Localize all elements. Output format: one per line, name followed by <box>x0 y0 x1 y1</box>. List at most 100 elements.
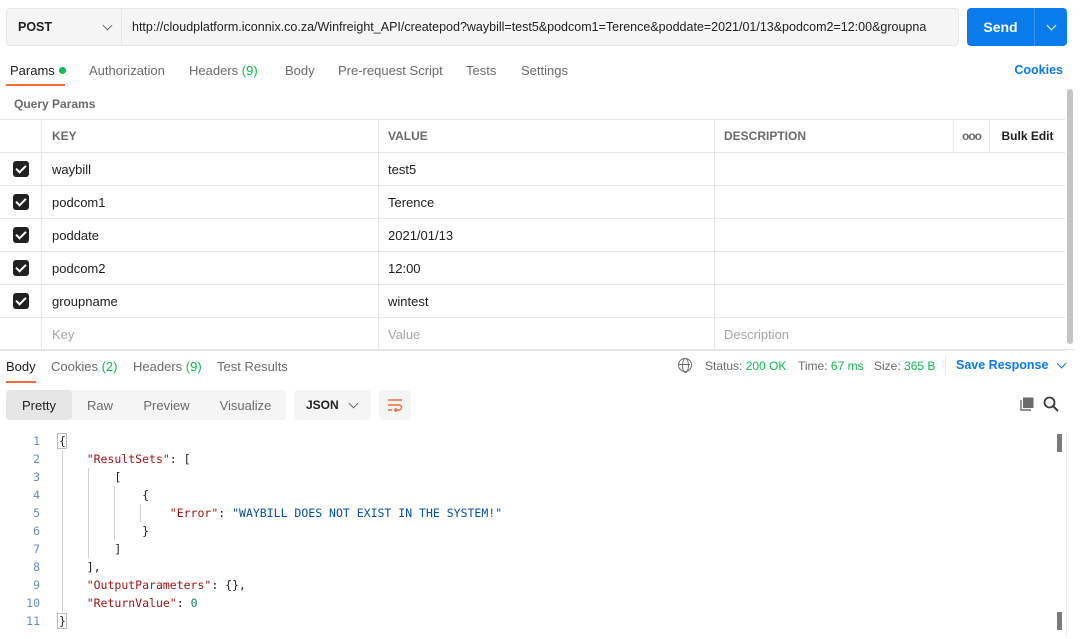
editor-scrollbar-marker[interactable] <box>1057 612 1062 630</box>
tab-response-body[interactable]: Body <box>6 359 36 374</box>
editor-scrollbar-marker[interactable] <box>1057 434 1062 452</box>
save-response-label: Save Response <box>956 358 1049 372</box>
code-line: 2 "ResultSets": [ <box>0 450 1052 468</box>
view-raw-button[interactable]: Raw <box>72 390 128 420</box>
tab-label: Body <box>6 359 36 374</box>
code-line: 6 } <box>0 522 1052 540</box>
param-key[interactable]: waybill <box>42 153 379 185</box>
param-key[interactable]: groupname <box>42 285 379 317</box>
params-scrollbar[interactable] <box>1067 89 1073 344</box>
tab-body[interactable]: Body <box>285 63 315 78</box>
pane-divider[interactable] <box>0 349 1075 350</box>
chevron-down-icon <box>1056 358 1067 368</box>
active-tab-indicator <box>6 381 36 383</box>
param-checkbox[interactable] <box>12 293 29 309</box>
tab-pre-request-script[interactable]: Pre-request Script <box>338 63 443 78</box>
code-text: "ReturnValue": 0 <box>86 596 198 610</box>
view-visualize-button[interactable]: Visualize <box>205 390 286 420</box>
wrap-lines-button[interactable] <box>379 390 411 420</box>
json-key: "Error" <box>169 506 219 520</box>
time-label: Time: <box>798 359 828 373</box>
param-checkbox[interactable] <box>12 260 29 276</box>
copy-icon[interactable] <box>1020 397 1034 411</box>
tab-authorization[interactable]: Authorization <box>89 63 165 78</box>
tab-test-results[interactable]: Test Results <box>217 359 288 374</box>
globe-icon[interactable] <box>678 358 692 373</box>
param-value[interactable]: Terence <box>379 186 715 218</box>
param-value[interactable]: test5 <box>379 153 715 185</box>
param-value[interactable]: wintest <box>379 285 715 317</box>
tab-headers[interactable]: Headers (9) <box>189 63 258 78</box>
tab-label: Tests <box>466 63 497 78</box>
params-active-dot-icon <box>58 67 66 74</box>
table-row: podcom2 12:00 <box>0 252 1065 285</box>
param-description[interactable] <box>715 153 1065 185</box>
chevron-down-icon <box>348 398 359 408</box>
tab-label: Settings <box>521 63 568 78</box>
bulk-edit-button[interactable]: Bulk Edit <box>990 120 1065 152</box>
param-description[interactable] <box>715 219 1065 251</box>
request-url-bar: POST http://cloudplatform.iconnix.co.za/… <box>6 8 959 46</box>
param-checkbox[interactable] <box>12 161 29 177</box>
code-text: { <box>59 488 150 502</box>
column-options-button[interactable]: ooo <box>954 120 990 152</box>
new-key-input[interactable]: Key <box>42 318 379 350</box>
param-key[interactable]: poddate <box>42 219 379 251</box>
send-options-button[interactable] <box>1034 8 1067 46</box>
tab-count: (9) <box>185 359 202 374</box>
tab-label: Test Results <box>217 359 288 374</box>
line-number: 4 <box>33 488 40 502</box>
code-text: "OutputParameters": {}, <box>86 578 246 592</box>
tab-label: Pre-request Script <box>338 63 443 78</box>
tab-params[interactable]: Params <box>10 63 66 78</box>
param-checkbox[interactable] <box>12 227 29 243</box>
search-icon[interactable] <box>1043 396 1059 412</box>
new-description-input[interactable]: Description <box>715 318 1065 350</box>
param-key[interactable]: podcom1 <box>42 186 379 218</box>
status-value: 200 OK <box>745 359 787 373</box>
tab-response-cookies[interactable]: Cookies (2) <box>51 359 117 374</box>
param-description[interactable] <box>715 252 1065 284</box>
save-response-button[interactable]: Save Response <box>956 358 1067 372</box>
json-key: "ResultSets" <box>86 452 170 466</box>
code-line: 8 ], <box>0 558 1052 576</box>
column-header-value: VALUE <box>379 120 715 152</box>
param-checkbox[interactable] <box>12 194 29 210</box>
cookies-link[interactable]: Cookies <box>1014 63 1063 77</box>
json-number-value: 0 <box>190 596 198 610</box>
format-select[interactable]: JSON <box>294 390 371 420</box>
tab-response-headers[interactable]: Headers (9) <box>133 359 202 374</box>
send-button[interactable]: Send <box>967 8 1034 46</box>
tab-tests[interactable]: Tests <box>466 63 496 78</box>
line-number: 10 <box>26 596 40 610</box>
view-preview-button[interactable]: Preview <box>128 390 205 420</box>
tab-label: Body <box>285 63 315 78</box>
code-text: } <box>59 524 150 538</box>
tab-label: Params <box>10 63 55 78</box>
chevron-down-icon <box>102 20 113 30</box>
time-readout: Time: 67 ms <box>798 359 864 373</box>
tab-count: (9) <box>241 63 258 78</box>
line-number: 3 <box>33 470 40 484</box>
query-params-table: KEY VALUE DESCRIPTION ooo Bulk Edit wayb… <box>0 119 1065 351</box>
param-checkbox-cell <box>0 153 42 185</box>
response-body-editor[interactable]: 1{ 2 "ResultSets": [ 3 [ 4 { 5 "Error": … <box>0 432 1052 632</box>
active-tab-indicator <box>6 84 65 86</box>
view-pretty-button[interactable]: Pretty <box>6 390 72 420</box>
param-checkbox-cell <box>0 186 42 218</box>
tab-label: Cookies <box>51 359 98 374</box>
line-number: 6 <box>33 524 40 538</box>
param-description[interactable] <box>715 285 1065 317</box>
param-description[interactable] <box>715 186 1065 218</box>
editor-scrollbar-track <box>1066 432 1067 637</box>
new-value-input[interactable]: Value <box>379 318 715 350</box>
url-input[interactable]: http://cloudplatform.iconnix.co.za/Winfr… <box>122 9 958 45</box>
param-value[interactable]: 2021/01/13 <box>379 219 715 251</box>
param-value[interactable]: 12:00 <box>379 252 715 284</box>
size-label: Size: <box>874 359 901 373</box>
code-line: 7 ] <box>0 540 1052 558</box>
method-select[interactable]: POST <box>7 9 122 45</box>
code-line: 11} <box>0 612 1052 630</box>
tab-settings[interactable]: Settings <box>521 63 568 78</box>
param-key[interactable]: podcom2 <box>42 252 379 284</box>
